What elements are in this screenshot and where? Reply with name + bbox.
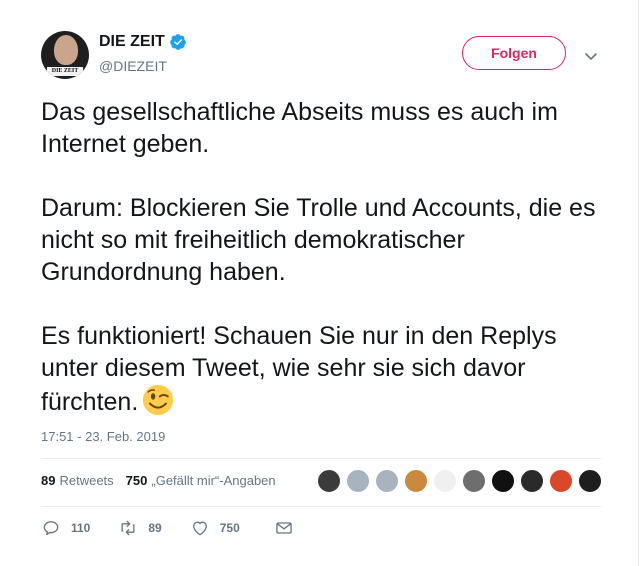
tweet-card: DIE ZEIT DIE ZEIT @DIEZEIT Folgen Das ge… [0, 0, 639, 566]
retweet-icon [121, 520, 135, 536]
retweets-label: Retweets [59, 473, 114, 488]
winking-face-emoji-icon [143, 384, 174, 416]
author-handle[interactable]: @DIEZEIT [99, 58, 167, 74]
author-name-row: DIE ZEIT [99, 33, 187, 51]
liker-avatar[interactable] [549, 469, 573, 493]
liker-avatar[interactable] [404, 469, 428, 493]
reply-count: 110 [71, 521, 91, 535]
liker-avatar[interactable] [462, 469, 486, 493]
tweet-actions: 110 89 750 [41, 518, 332, 538]
retweets-count: 89 [41, 473, 56, 488]
divider [41, 506, 601, 507]
liker-avatar[interactable] [520, 469, 544, 493]
like-count: 750 [219, 521, 240, 535]
retweets-stat[interactable]: 89 Retweets [41, 473, 114, 488]
liker-avatar[interactable] [578, 469, 602, 493]
tweet-paragraph: Es funktioniert! Schauen Sie nur in den … [41, 320, 611, 418]
heart-icon [192, 521, 207, 536]
liker-avatars [317, 469, 607, 493]
retweet-button[interactable]: 89 [118, 518, 162, 538]
avatar-portrait [54, 35, 78, 65]
liker-avatar[interactable] [317, 469, 341, 493]
like-button[interactable]: 750 [190, 518, 240, 538]
tweet-paragraph-text: Es funktioniert! Schauen Sie nur in den … [41, 322, 557, 416]
liker-avatar[interactable] [375, 469, 399, 493]
tweet-paragraph: Darum: Blockieren Sie Trolle und Account… [41, 194, 596, 286]
mail-icon [276, 522, 292, 534]
likes-stat[interactable]: 750 „Gefällt mir“-Angaben [126, 473, 276, 488]
retweet-count: 89 [148, 521, 162, 535]
likes-label: „Gefällt mir“-Angaben [151, 473, 276, 488]
likes-count: 750 [125, 473, 148, 488]
tweet-timestamp[interactable]: 17:51 - 23. Feb. 2019 [41, 429, 165, 444]
liker-avatar[interactable] [433, 469, 457, 493]
follow-button[interactable]: Folgen [462, 36, 566, 70]
reply-button[interactable]: 110 [41, 518, 90, 538]
tweet-stats: 89 Retweets 750 „Gefällt mir“-Angaben [41, 473, 288, 488]
liker-avatar[interactable] [491, 469, 515, 493]
divider [41, 458, 601, 459]
tweet-text: Das gesellschaftliche Abseits muss es au… [41, 96, 611, 418]
reply-icon [43, 521, 59, 536]
author-avatar[interactable]: DIE ZEIT [41, 31, 89, 79]
direct-message-button[interactable] [274, 518, 304, 538]
author-display-name[interactable]: DIE ZEIT [99, 33, 165, 51]
liker-avatar[interactable] [346, 469, 370, 493]
chevron-down-icon[interactable] [583, 48, 599, 64]
verified-badge-icon [169, 34, 186, 50]
avatar-brand-label: DIE ZEIT [47, 67, 83, 76]
tweet-paragraph: Das gesellschaftliche Abseits muss es au… [41, 98, 558, 158]
